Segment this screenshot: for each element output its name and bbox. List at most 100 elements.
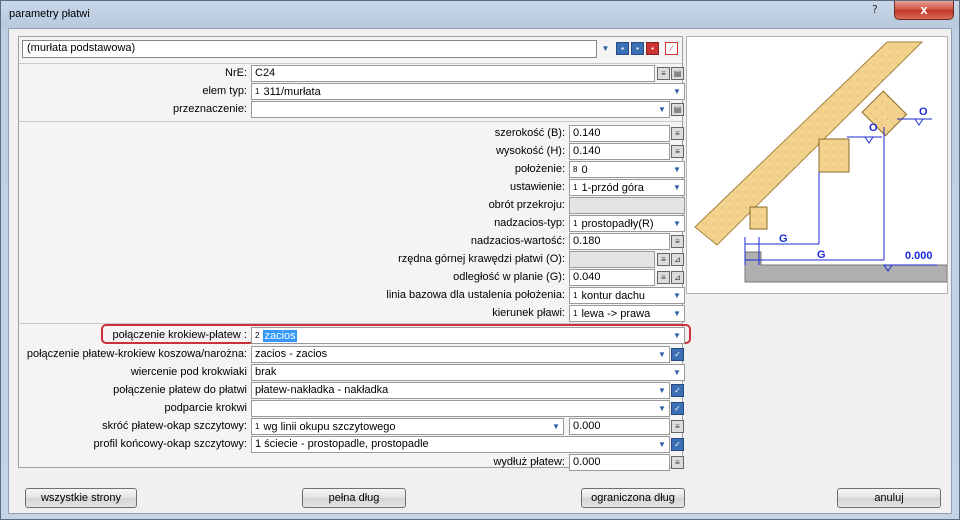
list-icon[interactable]: ≡ [671,145,684,158]
kierunek-label: kierunek pławi: [492,307,565,319]
list-icon[interactable]: ≡ [671,127,684,140]
label-g-short: G [779,233,788,245]
ustawienie-label: ustawienie: [509,181,565,193]
edit-icon[interactable]: ▤ [671,103,684,116]
limited-length-button[interactable]: ograniczona dług [581,488,685,508]
help-icon[interactable]: ? [872,3,878,16]
odleglosc-label: odległość w planie (G): [453,271,565,283]
label-g-long: G [817,249,826,261]
ustawienie-select[interactable]: 1 1-przód góra ▼ [569,179,685,196]
kierunek-select[interactable]: 1 lewa -> prawa ▼ [569,305,685,322]
list-icon[interactable]: ≡ [671,235,684,248]
chevron-down-icon: ▼ [658,440,666,449]
wysokosc-field[interactable]: 0.140 [569,143,670,160]
polaczenie-koszowa-select[interactable]: zacios - zacios ▼ [251,346,670,363]
rafter-shape [694,41,924,246]
nadzacios-wartosc-label: nadzacios-wartość: [470,235,565,247]
label-level: 0.000 [905,250,933,262]
rafter-diagram: O O G G 0.000 [694,41,947,283]
przeznaczenie-label: przeznaczenie: [173,103,247,115]
checkbox-edit-icon[interactable]: ✓ [671,438,684,451]
chevron-down-icon: ▼ [673,368,681,377]
chevron-down-icon: ▼ [673,219,681,228]
skroc-label: skróć płatew-okap szczytowy: [102,420,247,432]
szerokosc-field[interactable]: 0.140 [569,125,670,142]
chevron-down-icon: ▼ [658,386,666,395]
edit-icon[interactable]: ▤ [671,67,684,80]
chevron-down-icon: ▼ [658,404,666,413]
list-icon[interactable]: ≡ [657,67,670,80]
nre-field[interactable]: C24 [251,65,655,82]
preview-drawing: O O G G 0.000 [686,36,948,294]
checkbox-edit-icon[interactable]: ✓ [671,402,684,415]
nadzacios-typ-label: nadzacios-typ: [494,217,565,229]
pen-icon[interactable]: ∕ [665,42,678,55]
save-as-icon[interactable]: ▪ [631,42,644,55]
elem-typ-label: elem typ: [202,85,247,97]
profil-select[interactable]: 1 ściecie - prostopadle, prostopadle ▼ [251,436,670,453]
profile-name-value: (murłata podstawowa) [27,42,136,54]
dialog-client: (murłata podstawowa) ▼ ▪ ▪ ▪ ∕ NrE: C24 … [8,28,952,514]
szerokosc-label: szerokość (B): [494,127,565,139]
chevron-down-icon: ▼ [673,291,681,300]
list-icon[interactable]: ≡ [671,456,684,469]
close-button[interactable]: x [894,1,954,20]
obrot-label: obrót przekroju: [488,199,565,211]
nadzacios-typ-select[interactable]: 1 prostopadły(R) ▼ [569,215,685,232]
skroc-value-field[interactable]: 0.000 [569,418,670,435]
dialog-window: parametry płatwi ? x (murłata podstawowa… [0,0,960,520]
cancel-button[interactable]: anuluj [837,488,941,508]
checkbox-edit-icon[interactable]: ✓ [671,384,684,397]
chevron-down-icon: ▼ [673,165,681,174]
rzedna-field [569,251,655,268]
linia-bazowa-label: linia bazowa dla ustalenia położenia: [386,289,565,301]
nre-label: NrE: [225,67,247,79]
wiercenie-select[interactable]: brak ▼ [251,364,685,381]
checkbox-edit-icon[interactable]: ✓ [671,348,684,361]
przeznaczenie-select[interactable]: ▼ [251,101,670,118]
chevron-down-icon: ▼ [552,422,560,431]
rzedna-label: rzędna górnej krawędzi płatwi (O): [398,253,565,265]
chevron-down-icon[interactable]: ▼ [599,43,612,56]
podparcie-select[interactable]: ▼ [251,400,670,417]
podparcie-label: podparcie krokwi [164,402,247,414]
polaczenie-krokiew-select[interactable]: 2 zacios ▼ [251,327,685,344]
obrot-field [569,197,685,214]
polaczenie-platew-select[interactable]: płatew-nakładka - nakładka ▼ [251,382,670,399]
full-length-button[interactable]: pełna dług [302,488,406,508]
polozenie-label: położenie: [514,163,565,175]
chevron-down-icon: ▼ [658,350,666,359]
measure-icon[interactable]: ⊿ [671,253,684,266]
all-pages-button[interactable]: wszystkie strony [25,488,137,508]
murlata-shape [749,206,768,230]
window-title: parametry płatwi [9,8,90,20]
save-icon[interactable]: ▪ [616,42,629,55]
profil-label: profil końcowy-okap szczytowy: [93,438,247,450]
odleglosc-field[interactable]: 0.040 [569,269,655,286]
linia-bazowa-select[interactable]: 1 kontur dachu ▼ [569,287,685,304]
skroc-select[interactable]: 1 wg linii okupu szczytowego ▼ [251,418,564,435]
nadzacios-wartosc-field[interactable]: 0.180 [569,233,670,250]
polaczenie-krokiew-label: połączenie krokiew-płatew : [112,329,247,341]
wysokosc-label: wysokość (H): [495,145,565,157]
wiercenie-label: wiercenie pod krokwiaki [130,366,247,378]
polozenie-select[interactable]: 80 ▼ [569,161,685,178]
label-o-lower: O [869,122,878,134]
chevron-down-icon: ▼ [673,183,681,192]
list-icon[interactable]: ≡ [657,271,670,284]
wydluz-field[interactable]: 0.000 [569,454,670,471]
list-icon[interactable]: ≡ [671,420,684,433]
delete-icon[interactable]: ▪ [646,42,659,55]
wydluz-label: wydłuż płatew: [493,456,565,468]
chevron-down-icon: ▼ [673,309,681,318]
chevron-down-icon: ▼ [658,105,666,114]
profile-name-field[interactable]: (murłata podstawowa) [22,40,597,58]
title-bar: parametry płatwi ? x [1,1,959,28]
polaczenie-koszowa-label: połączenie płatew-krokiew koszowa/narożn… [26,348,247,360]
list-icon[interactable]: ≡ [657,253,670,266]
label-o-upper: O [919,106,928,118]
measure-icon[interactable]: ⊿ [671,271,684,284]
chevron-down-icon: ▼ [673,87,681,96]
purlin-shape [818,138,850,173]
elem-typ-select[interactable]: 1 311/murłata ▼ [251,83,685,100]
